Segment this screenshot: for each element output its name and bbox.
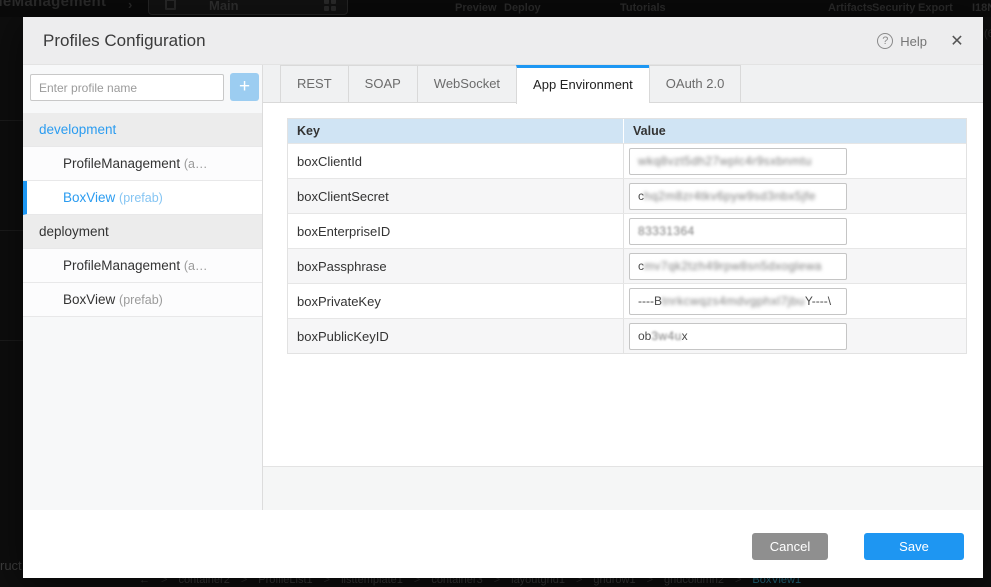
table-row: boxClientSecret chq2m8zr4tkv6pyw9sd3nbx5… bbox=[288, 178, 966, 213]
value-prefix: ----B bbox=[638, 294, 662, 308]
save-button[interactable]: Save bbox=[864, 533, 964, 560]
key-cell: boxClientId bbox=[288, 144, 624, 178]
value-input-boxpassphrase[interactable]: cmv7qk2tzh49rpw8sn5dxoglewa bbox=[629, 253, 847, 280]
value-input-boxclientsecret[interactable]: chq2m8zr4tkv6pyw9sd3nbx5jfe bbox=[629, 183, 847, 210]
sidebar-item-label: development bbox=[39, 122, 116, 137]
sidebar-item-suffix: (a… bbox=[184, 259, 208, 273]
add-profile-button[interactable]: + bbox=[230, 73, 259, 101]
background-panel-divider bbox=[0, 120, 23, 121]
background-topbar: ileManagement › Main Preview Deploy Tuto… bbox=[0, 0, 991, 17]
dialog-content: REST SOAP WebSocket App Environment OAut… bbox=[263, 65, 983, 510]
table-row: boxEnterpriseID 83331364 bbox=[288, 213, 966, 248]
dialog-title: Profiles Configuration bbox=[43, 17, 206, 65]
dialog-header: Profiles Configuration ? Help ✕ bbox=[23, 17, 983, 65]
page-selector-dropdown[interactable]: Main bbox=[148, 0, 348, 15]
topnav-deploy[interactable]: Deploy bbox=[504, 2, 541, 14]
tab-rest[interactable]: REST bbox=[280, 65, 348, 103]
key-cell: boxPrivateKey bbox=[288, 284, 624, 318]
background-structure-fragment: ruct bbox=[0, 558, 22, 573]
topnav-artifacts[interactable]: Artifacts bbox=[828, 2, 873, 14]
value-input-boxenterpriseid[interactable]: 83331364 bbox=[629, 218, 847, 245]
sidebar-item-label: BoxView bbox=[63, 292, 115, 307]
value-prefix: ob bbox=[638, 329, 651, 343]
dialog-footer: Cancel Save bbox=[23, 510, 983, 578]
sidebar-item-development[interactable]: development bbox=[23, 113, 262, 147]
value-redacted: mv7qk2tzh49rpw8sn5dxoglewa bbox=[644, 259, 822, 273]
table-row: boxPassphrase cmv7qk2tzh49rpw8sn5dxoglew… bbox=[288, 248, 966, 283]
table-row: boxClientId wkq8vzt5dh27wplc4r9sxbnmtu bbox=[288, 143, 966, 178]
value-cell: 83331364 bbox=[624, 214, 966, 248]
chevron-right-icon: › bbox=[128, 0, 132, 12]
topnav-export[interactable]: Export bbox=[918, 2, 953, 14]
tab-bar: REST SOAP WebSocket App Environment OAut… bbox=[263, 65, 983, 103]
grid-view-icon bbox=[324, 0, 337, 11]
value-cell: chq2m8zr4tkv6pyw9sd3nbx5jfe bbox=[624, 179, 966, 213]
value-cell: wkq8vzt5dh27wplc4r9sxbnmtu bbox=[624, 144, 966, 178]
profiles-configuration-dialog: Profiles Configuration ? Help ✕ + develo… bbox=[23, 17, 983, 578]
value-input-boxpublickeyid[interactable]: ob3w4ux bbox=[629, 323, 847, 350]
sidebar-item-boxview-dev-selected[interactable]: BoxView (prefab) bbox=[23, 181, 262, 215]
profiles-sidebar: + development ProfileManagement (a… BoxV… bbox=[23, 65, 263, 510]
value-cell: cmv7qk2tzh49rpw8sn5dxoglewa bbox=[624, 249, 966, 283]
sidebar-item-profilemanagement-dev[interactable]: ProfileManagement (a… bbox=[23, 147, 262, 181]
project-name-fragment: ileManagement bbox=[0, 0, 106, 10]
tab-websocket[interactable]: WebSocket bbox=[417, 65, 516, 103]
sidebar-item-label: ProfileManagement bbox=[63, 258, 180, 273]
tab-oauth2[interactable]: OAuth 2.0 bbox=[649, 65, 742, 103]
key-cell: boxEnterpriseID bbox=[288, 214, 624, 248]
value-redacted: 83331364 bbox=[638, 224, 695, 238]
help-icon: ? bbox=[877, 33, 893, 49]
profiles-tree: development ProfileManagement (a… BoxVie… bbox=[23, 113, 262, 317]
background-right-fragment: (6 bbox=[984, 28, 991, 40]
screen: ileManagement › Main Preview Deploy Tuto… bbox=[0, 0, 991, 587]
sidebar-item-suffix: (a… bbox=[184, 157, 208, 171]
value-cell: ----Btnrkcwqzs4mdvgphxl7jbuY----\ bbox=[624, 284, 966, 318]
topnav-security[interactable]: Security bbox=[872, 2, 915, 14]
value-redacted: hq2m8zr4tkv6pyw9sd3nbx5jfe bbox=[644, 189, 816, 203]
sidebar-item-label: BoxView bbox=[63, 190, 115, 205]
table-row: boxPublicKeyID ob3w4ux bbox=[288, 318, 966, 353]
page-selector-label: Main bbox=[209, 0, 239, 13]
page-icon bbox=[165, 0, 176, 10]
value-cell: ob3w4ux bbox=[624, 319, 966, 353]
cancel-button[interactable]: Cancel bbox=[752, 533, 828, 560]
sidebar-item-deployment[interactable]: deployment bbox=[23, 215, 262, 249]
column-header-key: Key bbox=[288, 119, 624, 143]
key-cell: boxPassphrase bbox=[288, 249, 624, 283]
app-environment-table: Key Value boxClientId wkq8vzt5dh27wplc4r… bbox=[287, 118, 967, 354]
topnav-i18n[interactable]: I18N bbox=[972, 2, 991, 14]
value-suffix: Y----\ bbox=[805, 294, 831, 308]
sidebar-item-label: deployment bbox=[39, 224, 109, 239]
value-redacted: tnrkcwqzs4mdvgphxl7jbu bbox=[662, 294, 805, 308]
background-panel-divider bbox=[0, 230, 23, 231]
sidebar-item-profilemanagement-deploy[interactable]: ProfileManagement (a… bbox=[23, 249, 262, 283]
value-redacted: 3w4u bbox=[651, 329, 681, 343]
value-input-boxprivatekey[interactable]: ----Btnrkcwqzs4mdvgphxl7jbuY----\ bbox=[629, 288, 847, 315]
value-input-boxclientid[interactable]: wkq8vzt5dh27wplc4r9sxbnmtu bbox=[629, 148, 847, 175]
sidebar-item-suffix: (prefab) bbox=[119, 293, 163, 307]
topnav-preview[interactable]: Preview bbox=[455, 2, 497, 14]
value-suffix: x bbox=[682, 329, 688, 343]
tab-soap[interactable]: SOAP bbox=[348, 65, 417, 103]
column-header-value: Value bbox=[624, 119, 966, 143]
table-row: boxPrivateKey ----Btnrkcwqzs4mdvgphxl7jb… bbox=[288, 283, 966, 318]
key-cell: boxClientSecret bbox=[288, 179, 624, 213]
value-redacted: wkq8vzt5dh27wplc4r9sxbnmtu bbox=[638, 154, 812, 168]
sidebar-item-boxview-deploy[interactable]: BoxView (prefab) bbox=[23, 283, 262, 317]
content-footer-strip bbox=[263, 466, 983, 510]
help-button[interactable]: ? Help bbox=[877, 17, 927, 65]
table-header: Key Value bbox=[288, 119, 966, 143]
sidebar-item-suffix: (prefab) bbox=[119, 191, 163, 205]
key-cell: boxPublicKeyID bbox=[288, 319, 624, 353]
background-panel-divider bbox=[0, 340, 23, 341]
tab-app-environment[interactable]: App Environment bbox=[516, 65, 649, 104]
profile-name-input[interactable] bbox=[30, 74, 224, 101]
help-label: Help bbox=[900, 34, 927, 49]
close-icon[interactable]: ✕ bbox=[945, 17, 969, 65]
topnav-tutorials[interactable]: Tutorials bbox=[620, 2, 666, 14]
sidebar-item-label: ProfileManagement bbox=[63, 156, 180, 171]
